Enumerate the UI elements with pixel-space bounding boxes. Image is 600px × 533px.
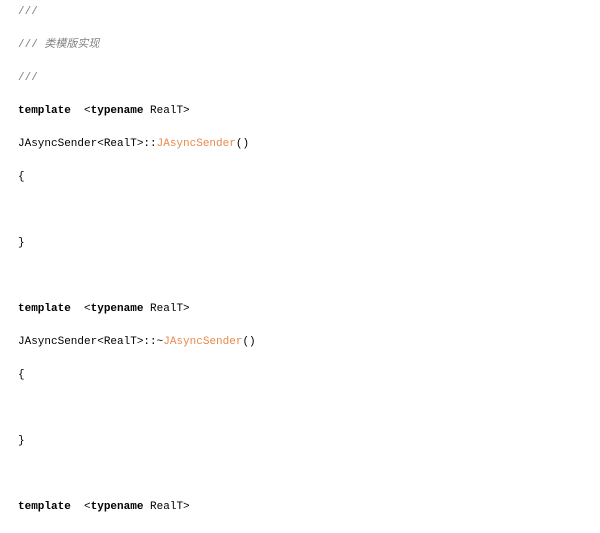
blank-line: [18, 268, 600, 285]
comment-text: 类模版实现: [38, 39, 100, 51]
template-decl: template <typename RealT>: [18, 499, 600, 516]
brace-close: }: [18, 433, 600, 450]
comment-line: ///: [18, 4, 600, 21]
template-decl: template <typename RealT>: [18, 103, 600, 120]
dtor-decl: JAsyncSender<RealT>::~JAsyncSender(): [18, 334, 600, 351]
comment-slashes: ///: [18, 72, 38, 84]
comment-slashes: ///: [18, 6, 38, 18]
dtor-name: JAsyncSender: [163, 336, 242, 348]
code-block: /// /// 类模版实现 /// template <typename Rea…: [0, 0, 600, 533]
code-text: <: [71, 501, 91, 513]
code-text: JAsyncSender<RealT>::~: [18, 336, 163, 348]
comment-slashes: ///: [18, 39, 38, 51]
brace-close: }: [18, 235, 600, 252]
keyword-typename: typename: [91, 501, 144, 513]
code-text: RealT>: [143, 105, 189, 117]
blank-line: [18, 202, 600, 219]
blank-line: [18, 466, 600, 483]
ctor-decl: JAsyncSender<RealT>::JAsyncSender(): [18, 136, 600, 153]
code-text: (): [242, 336, 255, 348]
keyword-template: template: [18, 105, 71, 117]
code-text: <: [71, 303, 91, 315]
code-text: RealT>: [143, 501, 189, 513]
keyword-template: template: [18, 501, 71, 513]
blank-line: [18, 400, 600, 417]
brace-open: {: [18, 169, 600, 186]
code-text: RealT>: [143, 303, 189, 315]
comment-line: /// 类模版实现: [18, 37, 600, 54]
code-text: (): [236, 138, 249, 150]
ctor-name: JAsyncSender: [157, 138, 236, 150]
keyword-typename: typename: [91, 105, 144, 117]
code-text: <: [71, 105, 91, 117]
code-text: JAsyncSender<RealT>::: [18, 138, 157, 150]
brace-open: {: [18, 367, 600, 384]
template-decl: template <typename RealT>: [18, 301, 600, 318]
keyword-typename: typename: [91, 303, 144, 315]
keyword-template: template: [18, 303, 71, 315]
comment-line: ///: [18, 70, 600, 87]
